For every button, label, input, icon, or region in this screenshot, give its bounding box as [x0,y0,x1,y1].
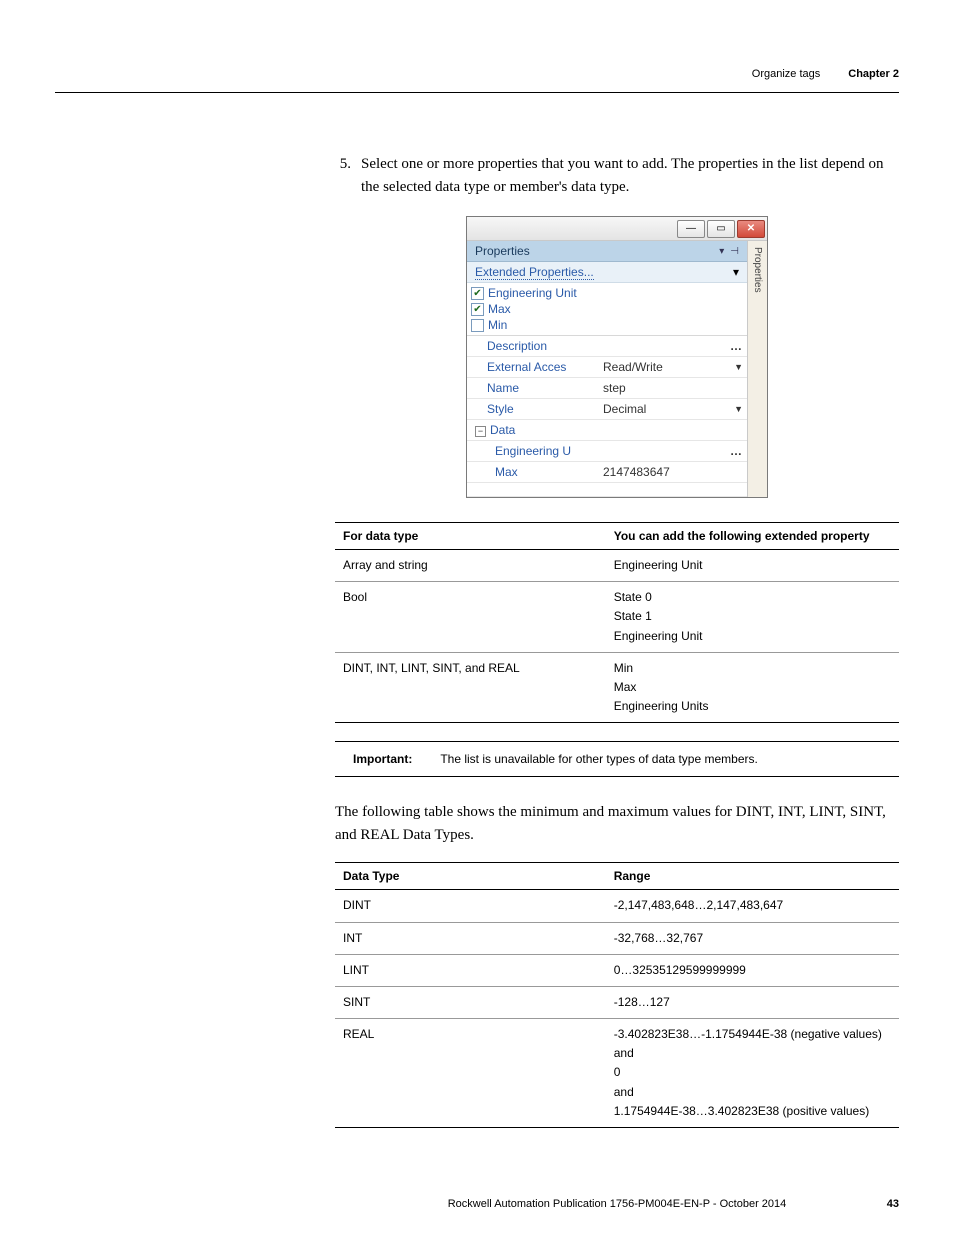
property-name: External Acces [467,357,599,377]
table-row: REAL-3.402823E38…-1.1754944E-38 (negativ… [335,1019,899,1128]
property-row[interactable]: Engineering U … [467,441,747,462]
properties-window: — ▭ ✕ Properties ▾ ⊣ E [466,216,768,498]
checkbox-item[interactable]: ✔ Engineering Unit [471,285,743,301]
property-name: Style [467,399,599,419]
close-button[interactable]: ✕ [737,220,765,238]
extended-properties-link[interactable]: Extended Properties... [475,265,594,280]
table-cell: INT [335,922,606,954]
property-name: Max [467,462,599,482]
property-name: Name [467,378,599,398]
property-row[interactable]: Style Decimal ▼ [467,399,747,420]
header-section: Organize tags [752,68,820,80]
checkbox-icon[interactable]: ✔ [471,287,484,300]
property-name: Description [467,336,599,356]
data-group-row[interactable]: −Data [467,420,747,441]
extended-property-table: For data type You can add the following … [335,522,899,723]
ellipsis-button[interactable]: … [730,444,743,458]
pin-icon[interactable]: ⊣ [730,246,739,257]
note-label: Important: [335,752,412,766]
table2-header-1: Range [606,863,899,890]
table-cell: DINT [335,890,606,922]
checkbox-item[interactable]: Min [471,317,743,333]
step-number: 5. [335,153,361,198]
table-row: DINT, INT, LINT, SINT, and REALMin Max E… [335,652,899,723]
minimize-button[interactable]: — [677,220,705,238]
chevron-down-icon[interactable]: ▼ [734,362,743,372]
checkbox-label: Min [488,318,507,332]
table-row: Array and stringEngineering Unit [335,550,899,582]
footer-page-number: 43 [887,1198,899,1210]
side-tab-label: Properties [752,247,763,293]
checkbox-icon[interactable]: ✔ [471,303,484,316]
table-cell: -2,147,483,648…2,147,483,647 [606,890,899,922]
table-cell: -128…127 [606,986,899,1018]
table-cell: Engineering Unit [606,550,899,582]
table1-header-0: For data type [335,523,606,550]
property-value: step [603,381,626,395]
checkbox-label: Engineering Unit [488,286,577,300]
table-cell: SINT [335,986,606,1018]
properties-title: Properties [475,244,530,258]
properties-section-header: Properties ▾ ⊣ [467,241,747,262]
checkbox-item[interactable]: ✔ Max [471,301,743,317]
property-value: Decimal [603,402,646,416]
property-row[interactable]: Max 2147483647 [467,462,747,483]
properties-panel-figure: — ▭ ✕ Properties ▾ ⊣ E [335,216,899,498]
property-row[interactable]: External Acces Read/Write ▼ [467,357,747,378]
property-value: 2147483647 [603,465,670,479]
range-table: Data Type Range DINT-2,147,483,648…2,147… [335,862,899,1128]
important-note: Important: The list is unavailable for o… [335,741,899,777]
table-cell: Bool [335,582,606,653]
footer-publication: Rockwell Automation Publication 1756-PM0… [335,1198,899,1210]
table-cell: -3.402823E38…-1.1754944E-38 (negative va… [606,1019,899,1128]
extended-properties-row[interactable]: Extended Properties... ▾ [467,262,747,283]
table2-header-0: Data Type [335,863,606,890]
header-chapter: Chapter 2 [848,68,899,80]
table-row: BoolState 0 State 1 Engineering Unit [335,582,899,653]
table-cell: -32,768…32,767 [606,922,899,954]
checkbox-icon[interactable] [471,319,484,332]
table-row: SINT-128…127 [335,986,899,1018]
table-cell: LINT [335,954,606,986]
table-cell: REAL [335,1019,606,1128]
chevron-down-icon[interactable]: ▾ [733,265,739,279]
properties-side-tab[interactable]: Properties [747,241,767,497]
maximize-button[interactable]: ▭ [707,220,735,238]
page-footer: Rockwell Automation Publication 1756-PM0… [335,1198,899,1210]
table1-header-1: You can add the following extended prope… [606,523,899,550]
note-text: The list is unavailable for other types … [440,752,899,766]
table-row: INT-32,768…32,767 [335,922,899,954]
page-header: Organize tags Chapter 2 [55,0,899,93]
property-row[interactable]: Description … [467,336,747,357]
dropdown-icon[interactable]: ▾ [719,246,724,257]
step-5: 5. Select one or more properties that yo… [335,153,899,198]
group-label: Data [490,423,515,437]
step-text: Select one or more properties that you w… [361,153,899,198]
chevron-down-icon[interactable]: ▼ [734,404,743,414]
window-titlebar: — ▭ ✕ [467,217,767,241]
ellipsis-button[interactable]: … [730,339,743,353]
body-paragraph: The following table shows the minimum an… [335,801,899,846]
collapse-icon[interactable]: − [475,426,486,437]
table-cell: Min Max Engineering Units [606,652,899,723]
table-row: DINT-2,147,483,648…2,147,483,647 [335,890,899,922]
table-cell: 0…32535129599999999 [606,954,899,986]
property-row[interactable]: Name step [467,378,747,399]
checkbox-label: Max [488,302,511,316]
table-cell: DINT, INT, LINT, SINT, and REAL [335,652,606,723]
property-name: Engineering U [467,441,599,461]
table-cell: Array and string [335,550,606,582]
table-row: LINT0…32535129599999999 [335,954,899,986]
table-cell: State 0 State 1 Engineering Unit [606,582,899,653]
property-value: Read/Write [603,360,663,374]
